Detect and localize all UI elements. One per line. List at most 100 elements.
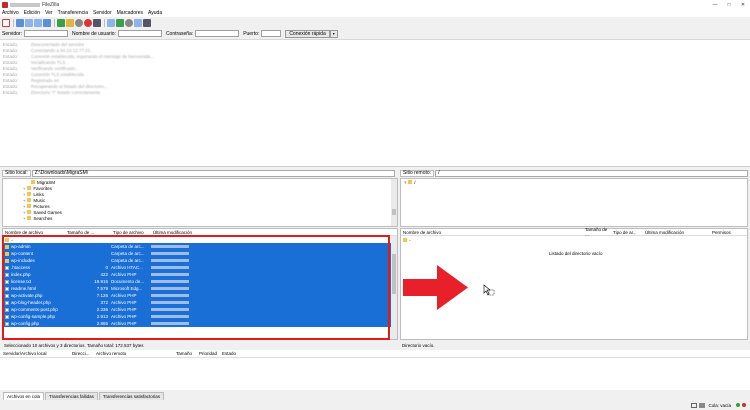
log-value: Conectando a 94.23.12.77:21... — [31, 47, 95, 53]
file-row[interactable]: wp-config-sample.php 2.913 Archivo PHP — [3, 313, 397, 320]
file-row[interactable]: readme.html 7.579 Microsoft Edg... — [3, 285, 397, 292]
password-input[interactable] — [195, 30, 240, 37]
host-input[interactable] — [24, 30, 69, 37]
col-size[interactable]: Tamaño de ... — [65, 230, 111, 235]
maximize-button[interactable]: □ — [722, 0, 736, 9]
message-log: Estado: Desconectado del servidor Estado: C… — [0, 40, 750, 167]
menu-ayuda[interactable]: Ayuda — [148, 10, 162, 16]
remote-directory-tree[interactable]: ? / — [400, 178, 748, 227]
col-direction[interactable]: Direcci... — [72, 351, 96, 356]
col-size[interactable]: Tamaño — [176, 351, 199, 356]
minimize-button[interactable]: — — [708, 0, 722, 9]
expand-icon[interactable]: + — [23, 186, 25, 191]
quickconnect-dropdown[interactable]: ▾ — [329, 29, 338, 38]
expand-icon[interactable]: ? — [404, 180, 406, 185]
expand-icon[interactable]: + — [23, 204, 25, 209]
remote-parent-row[interactable]: .. — [401, 236, 747, 243]
site-manager-icon[interactable] — [2, 18, 10, 27]
port-input[interactable] — [261, 30, 282, 37]
redacted-connection-info — [10, 2, 40, 7]
lock-icon — [691, 402, 698, 408]
folder-icon — [403, 237, 407, 242]
file-row[interactable]: index.php 422 Archivo PHP — [3, 271, 397, 278]
menu-ver[interactable]: Ver — [45, 10, 53, 16]
menu-archivo[interactable]: Archivo — [2, 10, 19, 16]
file-row[interactable]: wp-comments-post.php 2.336 Archivo PHP — [3, 306, 397, 313]
toggle-log-icon[interactable] — [16, 18, 24, 27]
local-tree-scrollbar[interactable] — [391, 179, 397, 226]
file-row[interactable]: wp-admin Carpeta de arc... — [3, 243, 397, 250]
remote-parent-cell: .. — [401, 237, 463, 242]
tab-failed-transfers[interactable]: Transferencias fallidas — [45, 392, 98, 400]
col-remote-file[interactable]: Archivo remoto — [96, 351, 176, 356]
col-modified[interactable]: Última modificación — [151, 230, 211, 235]
search-icon[interactable] — [134, 18, 142, 27]
compare-icon[interactable] — [116, 18, 124, 27]
expand-icon[interactable]: + — [23, 192, 25, 197]
local-directory-tree[interactable]: MigraSM + Favorites + Links + Music + Pictures + S… — [2, 178, 398, 227]
close-button[interactable]: ✕ — [736, 0, 750, 9]
local-file-list[interactable]: Nombre de archivo Tamaño de ... Tipo de … — [2, 228, 398, 340]
col-permissions[interactable]: Permisos — [710, 230, 740, 235]
menu-edicion[interactable]: Edición — [24, 10, 40, 16]
user-input[interactable] — [117, 30, 162, 37]
col-priority[interactable]: Prioridad — [199, 351, 222, 356]
file-row[interactable]: wp-blog-header.php 372 Archivo PHP — [3, 299, 397, 306]
file-row[interactable]: wp-activate.php 7.126 Archivo PHP — [3, 292, 397, 299]
process-queue-icon[interactable] — [66, 18, 74, 27]
reconnect-icon[interactable] — [93, 18, 101, 27]
local-path-input[interactable]: Z:\Downloads\MigraSM\ — [31, 169, 395, 177]
title-bar: FileZilla — □ ✕ — [0, 0, 750, 9]
toolbar-separator — [54, 18, 55, 27]
expand-icon[interactable]: + — [23, 216, 25, 221]
toggle-queue-icon[interactable] — [43, 18, 51, 27]
col-filename[interactable]: Nombre de archivo — [3, 230, 65, 235]
file-icon — [5, 314, 9, 319]
file-modified — [151, 279, 199, 284]
col-type[interactable]: Tipo de archivo — [111, 230, 151, 235]
tab-successful-transfers[interactable]: Transferencias satisfactorias — [98, 392, 164, 400]
user-label: Nombre de usuario: — [72, 30, 116, 37]
filter-icon[interactable] — [107, 18, 115, 27]
col-server-local[interactable]: Servidor/Archivo local — [0, 351, 72, 356]
file-row[interactable]: wp-content Carpeta de arc... — [3, 250, 397, 257]
toggle-remote-tree-icon[interactable] — [34, 18, 42, 27]
file-row[interactable]: .. — [3, 236, 397, 243]
menu-marcadores[interactable]: Marcadores — [117, 10, 143, 16]
local-tree-item[interactable]: + Searches — [3, 215, 397, 221]
col-filename[interactable]: Nombre de archivo — [401, 230, 583, 235]
file-size: 0 — [105, 265, 108, 270]
remote-path-input[interactable]: / — [435, 169, 748, 177]
remote-tree-root[interactable]: ? / — [401, 179, 747, 185]
file-row[interactable]: wp-config.php 2.865 Archivo PHP — [3, 320, 397, 327]
file-icon — [5, 307, 9, 312]
folder-icon — [408, 180, 413, 184]
expand-icon[interactable]: + — [23, 210, 25, 215]
cancel-icon[interactable] — [75, 18, 83, 27]
transfer-queue[interactable] — [0, 358, 750, 390]
file-row[interactable]: .htaccess 0 Archivo HTAC... — [3, 264, 397, 271]
col-status[interactable]: Estado — [222, 351, 252, 356]
file-row[interactable]: wp-includes Carpeta de arc... — [3, 257, 397, 264]
log-value: Verificando certificado... — [31, 65, 79, 71]
col-type[interactable]: Tipo de ar... — [611, 230, 643, 235]
expand-icon[interactable]: + — [23, 198, 25, 203]
toggle-local-tree-icon[interactable] — [25, 18, 33, 27]
tab-queued-files[interactable]: Archivos en cola — [3, 392, 45, 400]
menu-transferencia[interactable]: Transferencia — [58, 10, 88, 16]
refresh-icon[interactable] — [57, 18, 65, 27]
col-modified[interactable]: Última modificación — [643, 230, 710, 235]
quickconnect-button[interactable]: Conexión rápida — [285, 29, 330, 38]
file-type: Archivo PHP — [111, 293, 137, 298]
local-tree-scroll-thumb[interactable] — [392, 209, 396, 215]
binoculars-icon[interactable] — [143, 18, 151, 27]
disconnect-icon[interactable] — [84, 18, 92, 27]
redacted-date — [151, 301, 189, 304]
local-list-scroll-thumb[interactable] — [392, 254, 396, 294]
col-size[interactable]: Tamaño de ... — [583, 227, 611, 237]
sync-browse-icon[interactable] — [125, 18, 133, 27]
file-name-cell: wp-comments-post.php — [3, 307, 65, 312]
local-list-scrollbar[interactable] — [391, 236, 397, 339]
file-row[interactable]: license.txt 19.915 Documento de... — [3, 278, 397, 285]
menu-servidor[interactable]: Servidor — [93, 10, 112, 16]
